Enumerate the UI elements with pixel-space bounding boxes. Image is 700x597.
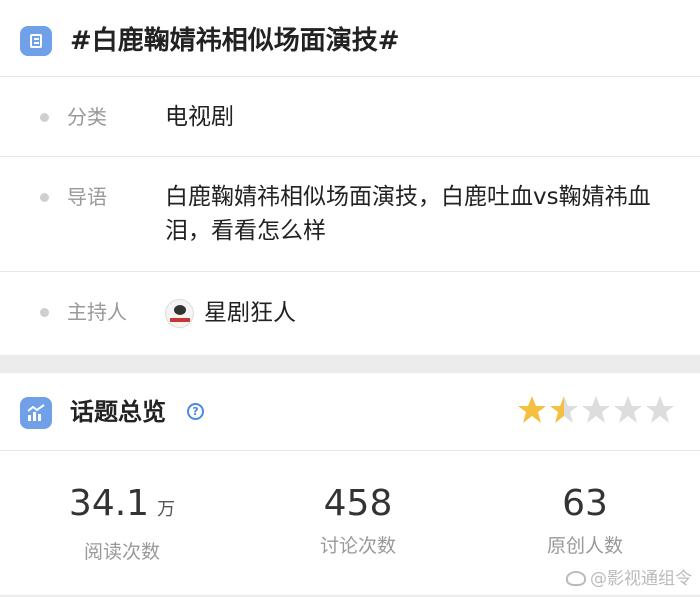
topic-header: #白鹿鞠婧祎相似场面演技# — [0, 0, 700, 77]
star-icon — [646, 396, 674, 423]
host-label: 主持人 — [67, 300, 127, 324]
bullet-dot — [40, 113, 49, 122]
watermark: @影视通组令 — [566, 564, 692, 589]
stat-value: 63 — [485, 483, 685, 525]
document-list-icon — [20, 26, 52, 56]
star-icon — [614, 396, 642, 423]
question-circle-icon[interactable]: ? — [187, 403, 204, 420]
stat-number: 63 — [562, 483, 608, 524]
star-icon — [550, 396, 578, 423]
star-icon — [582, 396, 610, 423]
category-row: 分类 电视剧 — [0, 77, 700, 157]
trend-chart-icon — [20, 397, 52, 429]
stat-value: 34.1 万 — [22, 483, 222, 531]
topic-title[interactable]: #白鹿鞠婧祎相似场面演技# — [70, 24, 400, 58]
overview-header: 话题总览 ? — [0, 373, 700, 451]
star-icon — [518, 396, 546, 423]
stat-number: 458 — [323, 483, 393, 524]
overview-title: 话题总览 — [70, 398, 166, 426]
topic-overview-card: 话题总览 ? 34.1 万 阅读次数 458 讨论次数 63 原创人数 @影视通组… — [0, 373, 700, 595]
guide-row: 导语 白鹿鞠婧祎相似场面演技，白鹿吐血vs鞠婧祎血泪，看看怎么样 — [0, 157, 700, 272]
bullet-dot — [40, 193, 49, 202]
stat-read-count: 34.1 万 阅读次数 — [22, 483, 222, 565]
watermark-text: @影视通组令 — [590, 569, 692, 589]
stat-original-authors: 63 原创人数 — [485, 483, 685, 559]
stat-label: 讨论次数 — [319, 535, 396, 557]
stat-number: 34.1 — [68, 483, 150, 524]
host-avatar[interactable] — [165, 299, 194, 328]
stat-discussion-count: 458 讨论次数 — [258, 483, 458, 559]
stat-value: 458 — [258, 483, 458, 525]
weibo-icon — [566, 571, 586, 586]
guide-label: 导语 — [67, 185, 107, 209]
bullet-dot — [40, 308, 49, 317]
topic-info-card: #白鹿鞠婧祎相似场面演技# 分类 电视剧 导语 白鹿鞠婧祎相似场面演技，白鹿吐血… — [0, 0, 700, 355]
stat-label: 原创人数 — [546, 535, 623, 557]
category-label: 分类 — [67, 105, 107, 129]
category-value[interactable]: 电视剧 — [165, 100, 234, 134]
host-row: 主持人 星剧狂人 — [0, 272, 700, 355]
stat-label: 阅读次数 — [83, 541, 160, 563]
guide-text: 白鹿鞠婧祎相似场面演技，白鹿吐血vs鞠婧祎血泪，看看怎么样 — [165, 184, 651, 244]
host-name[interactable]: 星剧狂人 — [204, 296, 296, 330]
stat-unit: 万 — [157, 499, 176, 520]
